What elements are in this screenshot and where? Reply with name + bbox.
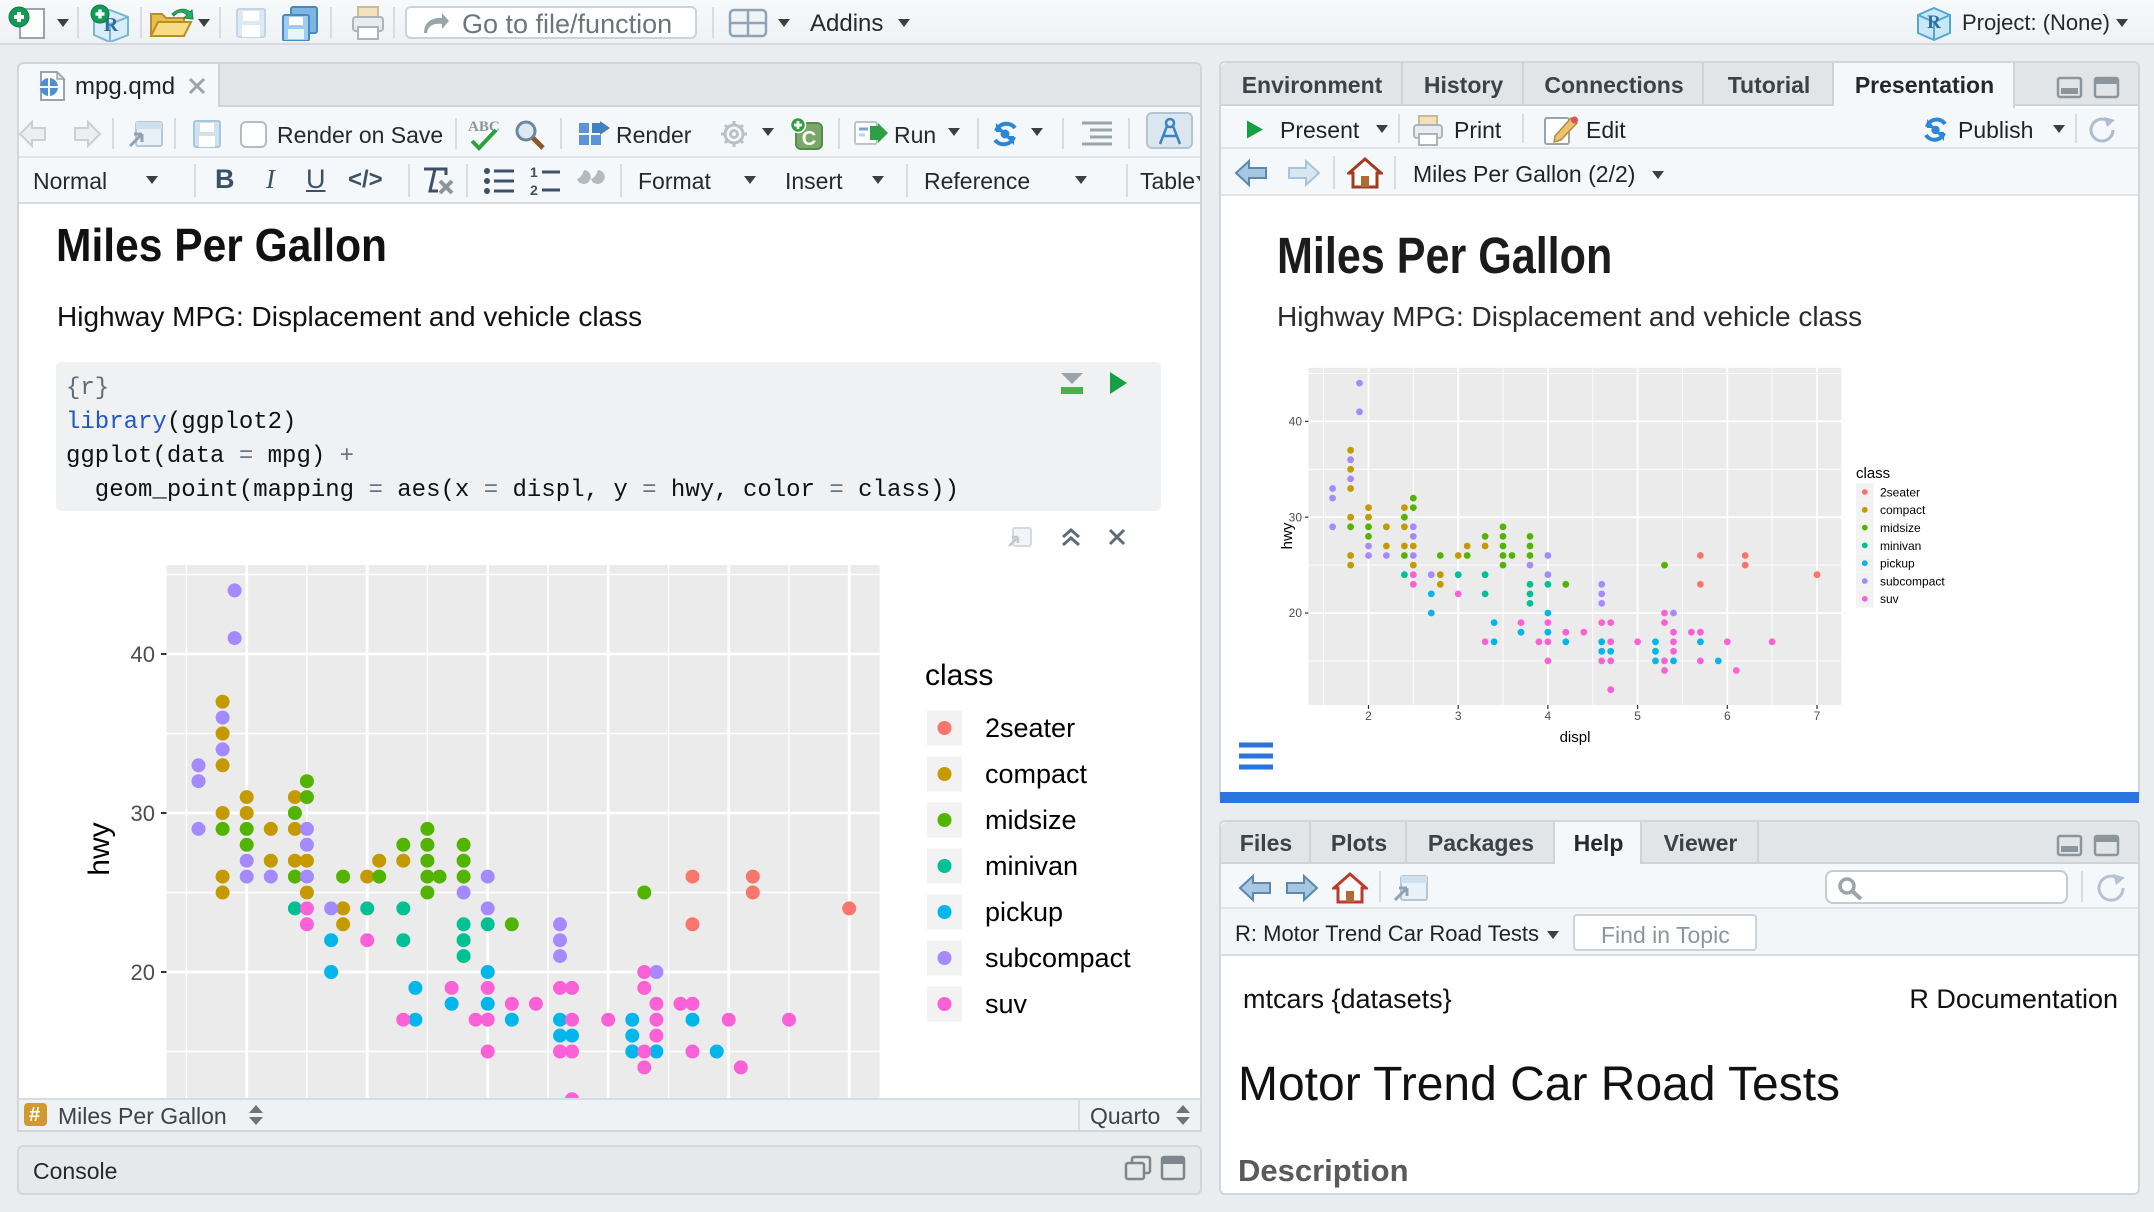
svg-text:4: 4 <box>1545 709 1552 723</box>
svg-text:minivan: minivan <box>1880 539 1921 553</box>
svg-text:minivan: minivan <box>985 851 1078 881</box>
svg-text:2: 2 <box>530 182 538 195</box>
svg-text:midsize: midsize <box>1880 521 1921 535</box>
svg-text:3: 3 <box>1455 709 1462 723</box>
svg-text:20: 20 <box>1289 606 1303 620</box>
svg-text:20: 20 <box>131 960 155 985</box>
svg-text:30: 30 <box>131 801 155 826</box>
svg-text:6: 6 <box>1724 709 1731 723</box>
svg-text:7: 7 <box>1814 709 1821 723</box>
svg-text:subcompact: subcompact <box>985 943 1131 973</box>
svg-text:midsize: midsize <box>985 805 1077 835</box>
svg-text:suv: suv <box>985 989 1028 1019</box>
svg-text:1: 1 <box>530 165 538 180</box>
svg-text:2seater: 2seater <box>1880 485 1920 499</box>
svg-text:class: class <box>1856 465 1890 482</box>
svg-text:40: 40 <box>131 642 155 667</box>
svg-text:displ: displ <box>1560 729 1591 746</box>
svg-text:hwy: hwy <box>1280 522 1296 549</box>
svg-text:compact: compact <box>985 759 1088 789</box>
svg-text:suv: suv <box>1880 592 1899 606</box>
svg-text:pickup: pickup <box>985 897 1063 927</box>
svg-text:2: 2 <box>1365 709 1372 723</box>
svg-text:class: class <box>925 659 993 692</box>
svg-text:C: C <box>802 128 816 150</box>
svg-text:40: 40 <box>1289 415 1303 429</box>
svg-text:pickup: pickup <box>1880 557 1915 571</box>
svg-text:hwy: hwy <box>83 822 116 875</box>
svg-text:2seater: 2seater <box>985 713 1075 743</box>
svg-text:30: 30 <box>1289 510 1303 524</box>
svg-text:compact: compact <box>1880 503 1926 517</box>
svg-text:5: 5 <box>1634 709 1641 723</box>
svg-text:subcompact: subcompact <box>1880 574 1945 588</box>
svg-text:R: R <box>1927 12 1941 33</box>
